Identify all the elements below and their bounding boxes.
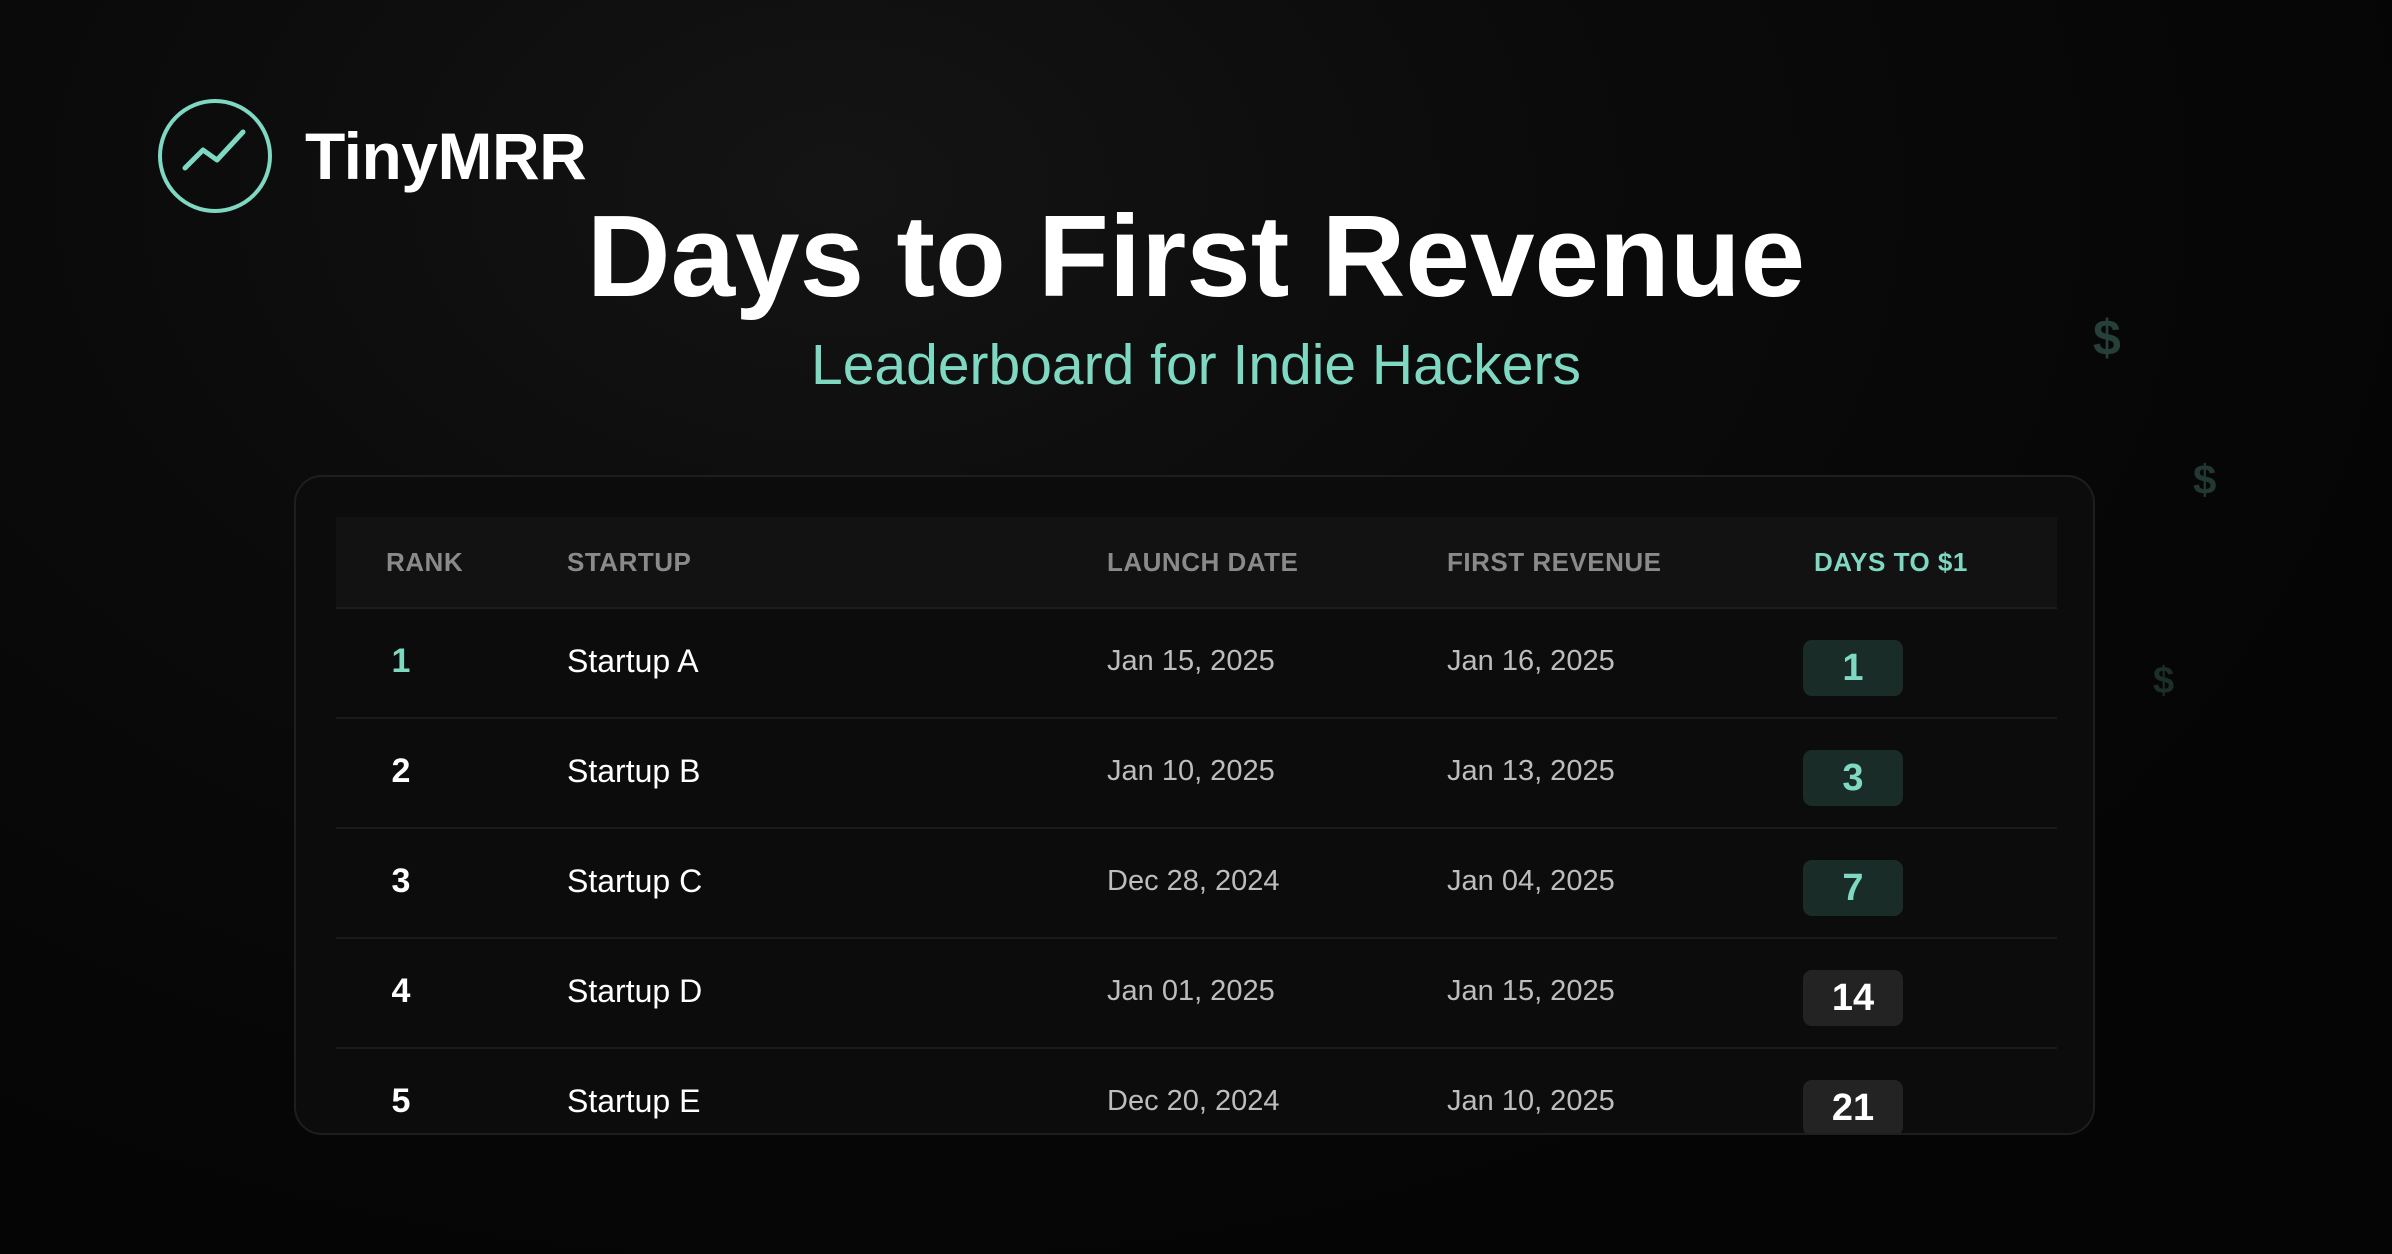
rank-cell: 1: [391, 642, 411, 680]
table-row: 4 Startup D Jan 01, 2025 Jan 15, 2025 14: [336, 939, 2057, 1049]
first-revenue-date: Jan 16, 2025: [1447, 645, 1615, 677]
startup-name: Startup C: [567, 863, 703, 899]
table-body: 1 Startup A Jan 15, 2025 Jan 16, 2025 1 …: [336, 609, 2057, 1133]
column-header-days: DAYS TO $1: [1814, 547, 1968, 577]
launch-date: Dec 28, 2024: [1107, 865, 1280, 897]
table-row: 3 Startup C Dec 28, 2024 Jan 04, 2025 7: [336, 829, 2057, 939]
launch-date: Dec 20, 2024: [1107, 1085, 1280, 1117]
page-title: Days to First Revenue: [586, 191, 1806, 321]
first-revenue-date: Jan 04, 2025: [1447, 865, 1615, 897]
startup-name: Startup D: [567, 973, 703, 1009]
column-header-rank: RANK: [386, 547, 464, 577]
page-subtitle: Leaderboard for Indie Hackers: [811, 333, 1581, 397]
dollar-icon: $: [2093, 310, 2121, 366]
days-badge: 7: [1803, 860, 1903, 916]
dollar-icon: $: [2153, 660, 2175, 702]
leaderboard-card: RANK STARTUP LAUNCH DATE FIRST REVENUE D…: [294, 475, 2095, 1135]
table-row: 5 Startup E Dec 20, 2024 Jan 10, 2025 21: [336, 1049, 2057, 1133]
table-row: 1 Startup A Jan 15, 2025 Jan 16, 2025 1: [336, 609, 2057, 719]
first-revenue-date: Jan 13, 2025: [1447, 755, 1615, 787]
startup-name: Startup E: [567, 1083, 701, 1119]
startup-name: Startup A: [567, 643, 699, 679]
column-header-first-revenue: FIRST REVENUE: [1447, 547, 1662, 577]
column-header-startup: STARTUP: [567, 547, 692, 577]
launch-date: Jan 15, 2025: [1107, 645, 1275, 677]
brand-name: TinyMRR: [305, 119, 587, 193]
days-badge: 21: [1803, 1080, 1903, 1133]
days-badge: 14: [1803, 970, 1903, 1026]
days-badge: 3: [1803, 750, 1903, 806]
rank-cell: 2: [391, 752, 411, 790]
rank-cell: 4: [391, 972, 411, 1010]
column-header-launch-date: LAUNCH DATE: [1107, 547, 1299, 577]
first-revenue-date: Jan 10, 2025: [1447, 1085, 1615, 1117]
days-badge: 1: [1803, 640, 1903, 696]
launch-date: Jan 01, 2025: [1107, 975, 1275, 1007]
first-revenue-date: Jan 15, 2025: [1447, 975, 1615, 1007]
leaderboard-table: RANK STARTUP LAUNCH DATE FIRST REVENUE D…: [336, 517, 2057, 1133]
dollar-icon: $: [2193, 456, 2217, 503]
rank-cell: 3: [391, 862, 411, 900]
rank-cell: 5: [391, 1082, 411, 1120]
table-header: RANK STARTUP LAUNCH DATE FIRST REVENUE D…: [336, 517, 2057, 609]
startup-name: Startup B: [567, 753, 701, 789]
launch-date: Jan 10, 2025: [1107, 755, 1275, 787]
table-row: 2 Startup B Jan 10, 2025 Jan 13, 2025 3: [336, 719, 2057, 829]
